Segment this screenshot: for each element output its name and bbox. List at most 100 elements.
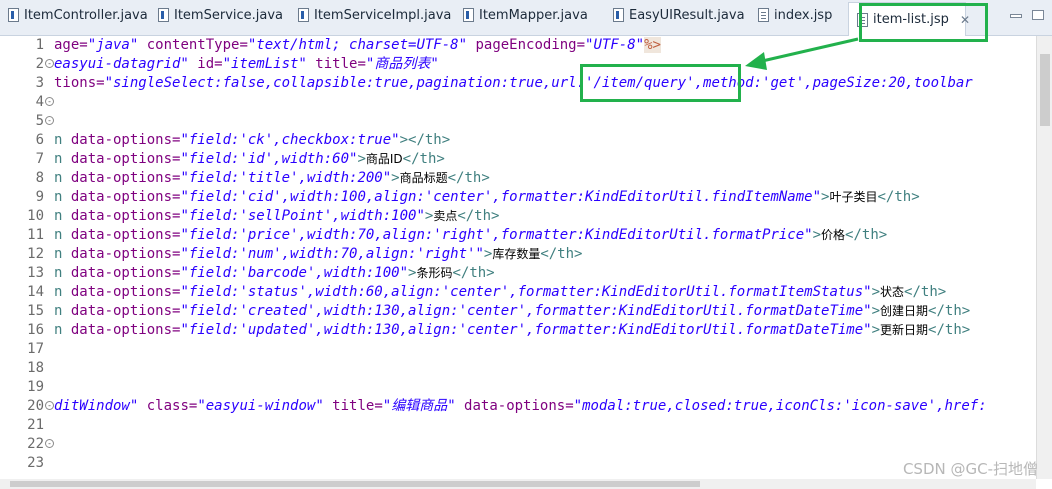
line-number: 4 — [35, 94, 44, 110]
code-line[interactable]: 9n data-options="field:'cid',width:100,a… — [0, 188, 1036, 207]
code-token-tag: n — [54, 322, 71, 338]
code-line[interactable]: 6n data-options="field:'ck',checkbox:tru… — [0, 131, 1036, 150]
code-token-attr: contentType= — [138, 37, 248, 53]
code-text: tions="singleSelect:false,collapsible:tr… — [54, 74, 973, 93]
code-line[interactable]: 19 — [0, 378, 1036, 397]
code-line[interactable]: 17 — [0, 340, 1036, 359]
maximize-icon[interactable] — [1032, 10, 1044, 20]
code-text: n data-options="field:'id',width:60">商品I… — [54, 150, 445, 169]
tab-itemcontroller-java[interactable]: ItemController.java — [0, 0, 150, 30]
code-line[interactable]: 13 n data-options="field:'barcode',width:… — [0, 264, 1036, 283]
code-token-attr: data-options= — [70, 208, 181, 224]
code-line[interactable]: 10 n data-options="field:'sellPoint',widt… — [0, 207, 1036, 226]
line-number: 1 — [35, 37, 44, 53]
line-number: 19 — [27, 379, 44, 395]
tab-itemmapper-java[interactable]: ItemMapper.java — [455, 0, 605, 30]
code-text: n data-options="field:'sellPoint',width:… — [54, 207, 499, 226]
code-token-str: "modal:true,closed:true,iconCls:'icon-sa… — [573, 398, 987, 414]
code-text: n data-options="field:'price',width:70,a… — [54, 226, 887, 245]
editor-window-controls — [1010, 10, 1044, 20]
tab-label: ItemMapper.java — [479, 7, 588, 23]
code-token-tag: </th> — [540, 246, 583, 262]
line-number: 9 — [35, 189, 44, 205]
code-line[interactable]: 21 — [0, 416, 1036, 435]
code-token-tag: n — [54, 208, 71, 224]
code-text: n data-options="field:'ck',checkbox:true… — [54, 131, 450, 150]
tab-label: ItemServiceImpl.java — [314, 7, 452, 23]
code-token-str: "field:'barcode',width:100" — [180, 265, 409, 281]
code-text: n data-options="field:'title',width:200"… — [54, 169, 490, 188]
fold-collapse-icon[interactable]: - — [45, 439, 54, 448]
code-token-attr: data-options= — [70, 322, 181, 338]
code-token-str: "UTF-8" — [585, 37, 645, 53]
code-line[interactable]: 2- easyui-datagrid" id="itemList" title="… — [0, 55, 1036, 74]
jsp-file-icon — [758, 8, 769, 22]
code-token-tag: > — [812, 227, 822, 243]
code-line[interactable]: 12 n data-options="field:'num',width:70,a… — [0, 245, 1036, 264]
code-line[interactable]: 20- ditWindow" class="easyui-window" titl… — [0, 397, 1036, 416]
watermark: CSDN @GC-扫地僧 — [902, 460, 1038, 478]
minimize-icon[interactable] — [1010, 14, 1022, 18]
tab-index-jsp[interactable]: index.jsp — [750, 0, 848, 30]
line-number: 14 — [27, 284, 44, 300]
code-line[interactable]: 11 n data-options="field:'price',width:70… — [0, 226, 1036, 245]
code-token-txt: 状态 — [880, 285, 905, 299]
code-token-str: "field:'created',width:130,align:'center… — [180, 303, 872, 319]
code-text: n data-options="field:'num',width:70,ali… — [54, 245, 582, 264]
code-line[interactable]: 7 n data-options="field:'id',width:60">商品… — [0, 150, 1036, 169]
vertical-scrollbar-thumb[interactable] — [1040, 54, 1050, 126]
vertical-scrollbar[interactable] — [1036, 36, 1052, 479]
java-file-icon — [8, 8, 19, 22]
code-token-str: "field:'num',width:70,align:'right'" — [180, 246, 484, 262]
java-file-icon — [463, 8, 474, 22]
code-token-attr: data-options= — [70, 189, 181, 205]
code-token-tag: > — [357, 151, 366, 167]
line-number: 20 — [27, 398, 44, 414]
code-line[interactable]: 5- — [0, 112, 1036, 131]
code-token-str: "field:'price',width:70,align:'right',fo… — [180, 227, 813, 243]
code-token-tag: </th> — [452, 265, 495, 281]
code-token-str: easyui-datagrid" — [54, 56, 189, 72]
java-file-icon — [613, 8, 624, 22]
code-token-str: "singleSelect:false,collapsible:true,pag… — [104, 75, 973, 91]
horizontal-scrollbar-thumb[interactable] — [10, 481, 700, 487]
code-line[interactable]: 18 — [0, 359, 1036, 378]
code-token-txt: 创建日期 — [880, 304, 929, 318]
line-number: 17 — [27, 341, 44, 357]
code-token-attr: title= — [323, 398, 383, 414]
tab-itemserviceimpl-java[interactable]: ItemServiceImpl.java — [290, 0, 455, 30]
code-token-str: "field:'status',width:60,align:'center',… — [180, 284, 872, 300]
code-line[interactable]: 23 — [0, 454, 1036, 473]
tab-easyuiresult-java[interactable]: EasyUIResult.java — [605, 0, 750, 30]
line-number: 7 — [35, 151, 44, 167]
horizontal-scrollbar[interactable] — [0, 479, 1036, 489]
code-token-tag: </th> — [928, 322, 971, 338]
code-line[interactable]: 16 n data-options="field:'updated',width:… — [0, 321, 1036, 340]
code-token-str: "field:'ck',checkbox:true" — [180, 132, 400, 148]
tab-label: ItemService.java — [174, 7, 284, 23]
line-number: 12 — [27, 246, 44, 262]
code-token-txt: 条形码 — [416, 266, 453, 280]
code-line[interactable]: 22- — [0, 435, 1036, 454]
code-line[interactable]: 8n data-options="field:'title',width:200… — [0, 169, 1036, 188]
code-token-tag: n — [54, 303, 71, 319]
line-number: 3 — [35, 75, 44, 91]
code-text: ditWindow" class="easyui-window" title="… — [54, 397, 987, 416]
java-file-icon — [298, 8, 309, 22]
code-token-tag: > — [871, 303, 881, 319]
code-token-txt: 价格 — [821, 228, 846, 242]
fold-collapse-icon[interactable]: - — [45, 59, 54, 68]
code-token-tag: </th> — [845, 227, 888, 243]
code-token-tag: </th> — [457, 208, 500, 224]
tab-itemservice-java[interactable]: ItemService.java — [150, 0, 290, 30]
fold-collapse-icon[interactable]: - — [45, 97, 54, 106]
code-line[interactable]: 4- — [0, 93, 1036, 112]
active-tab-highlight-box — [859, 3, 988, 42]
code-token-tag: n — [54, 246, 71, 262]
code-editor[interactable]: 1 age="java" contentType="text/html; char… — [0, 36, 1036, 479]
fold-collapse-icon[interactable]: - — [45, 116, 54, 125]
code-line[interactable]: 3 tions="singleSelect:false,collapsible:t… — [0, 74, 1036, 93]
code-line[interactable]: 14 n data-options="field:'status',width:6… — [0, 283, 1036, 302]
fold-collapse-icon[interactable]: - — [45, 401, 54, 410]
code-line[interactable]: 15 n data-options="field:'created',width:… — [0, 302, 1036, 321]
